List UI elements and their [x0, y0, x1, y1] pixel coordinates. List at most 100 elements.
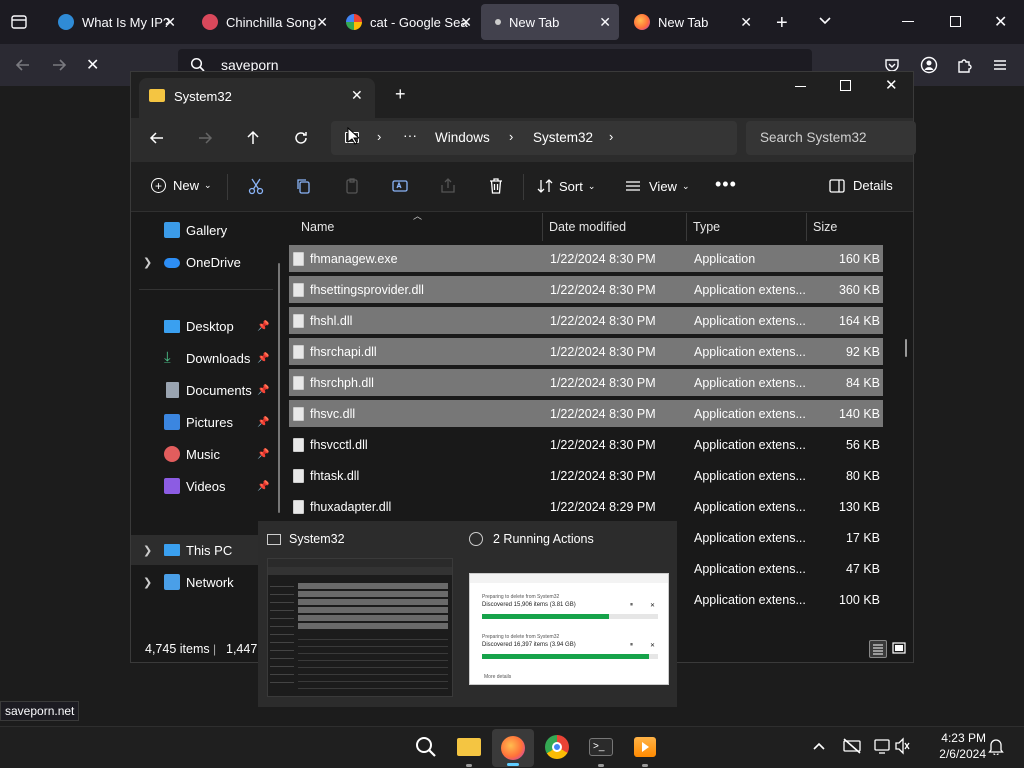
nav-item-videos[interactable]: Videos 📌	[131, 471, 281, 501]
explorer-maximize-button[interactable]	[840, 80, 851, 91]
search-icon	[416, 737, 436, 757]
explorer-titlebar: System32 ✕ + ✕	[131, 72, 913, 118]
browser-tab[interactable]: What Is My IP? B ✕	[48, 4, 184, 40]
restore-button[interactable]	[950, 16, 961, 27]
explorer-close-button[interactable]: ✕	[885, 76, 898, 94]
close-tab-icon[interactable]: ✕	[351, 87, 363, 104]
nav-item-desktop[interactable]: Desktop 📌	[131, 311, 281, 341]
table-row[interactable]: fhsvc.dll 1/22/2024 8:30 PM Application ex…	[289, 400, 883, 427]
chrome-taskbar-button[interactable]	[544, 734, 570, 760]
tab-label: New Tab	[509, 14, 560, 30]
firefox-taskbar-button[interactable]	[492, 729, 534, 767]
more-breadcrumbs-button[interactable]: ···	[403, 127, 417, 143]
browser-tab[interactable]: Chinchilla Song ✕	[192, 4, 336, 40]
account-button[interactable]	[920, 56, 938, 74]
back-button[interactable]	[149, 130, 165, 146]
breadcrumb-windows[interactable]: Windows	[435, 130, 490, 145]
new-tab-button[interactable]: +	[776, 12, 788, 35]
table-row[interactable]: fhmanagew.exe 1/22/2024 8:30 PM Applicatio…	[289, 245, 883, 272]
close-tab-icon[interactable]: ✕	[460, 14, 472, 31]
table-row[interactable]: fhsrchapi.dll 1/22/2024 8:30 PM Applicatio…	[289, 338, 883, 365]
extensions-button[interactable]	[956, 56, 974, 74]
close-tab-icon[interactable]: ✕	[740, 14, 752, 31]
browser-tab[interactable]: cat - Google Sea ✕	[336, 4, 480, 40]
delete-button[interactable]	[487, 177, 505, 195]
status-divider: |	[213, 642, 217, 656]
app-menu-button[interactable]	[992, 57, 1008, 73]
nav-scrollbar[interactable]	[278, 263, 280, 513]
nav-item-downloads[interactable]: ⤓ Downloads 📌	[131, 343, 281, 373]
arrow-up-icon	[247, 130, 259, 144]
list-scrollbar[interactable]	[905, 339, 907, 357]
tiles-view-icon	[892, 642, 906, 654]
file-explorer-taskbar-button[interactable]	[456, 734, 482, 767]
table-row[interactable]: fhtask.dll 1/22/2024 8:30 PM Application e…	[289, 462, 883, 489]
file-size: 140 KB	[838, 406, 880, 421]
minimize-button[interactable]	[902, 21, 914, 22]
stop-button[interactable]: ✕	[86, 55, 99, 75]
close-tab-icon[interactable]: ✕	[316, 14, 328, 31]
tiles-view-button[interactable]	[891, 640, 909, 658]
sort-button[interactable]: Sort ⌄	[537, 178, 595, 194]
explorer-tab[interactable]: System32 ✕	[139, 78, 375, 118]
table-row[interactable]: fhsvcctl.dll 1/22/2024 8:30 PM Application…	[289, 431, 883, 458]
nav-item-onedrive[interactable]: ❯ OneDrive	[131, 247, 281, 277]
browser-tab[interactable]: New Tab ✕	[624, 4, 760, 40]
table-row[interactable]: fhsrchph.dll 1/22/2024 8:30 PM Application…	[289, 369, 883, 396]
column-type[interactable]: Type	[687, 213, 807, 241]
system-tray-status[interactable]	[874, 737, 910, 755]
see-more-button[interactable]: •••	[715, 174, 737, 195]
list-tabs-button[interactable]	[818, 14, 832, 28]
rename-button[interactable]	[391, 177, 409, 195]
search-field[interactable]: Search System32	[746, 121, 916, 155]
new-explorer-tab-button[interactable]: +	[395, 84, 406, 105]
search-button[interactable]	[414, 735, 438, 759]
share-button[interactable]	[439, 177, 457, 195]
table-row[interactable]: fhsettingsprovider.dll 1/22/2024 8:30 PM A…	[289, 276, 883, 303]
back-button[interactable]	[14, 56, 32, 74]
google-icon	[346, 14, 362, 30]
close-tab-icon[interactable]: ✕	[164, 14, 176, 31]
media-player-taskbar-button[interactable]	[632, 734, 658, 767]
network-off-button[interactable]	[842, 737, 862, 755]
breadcrumb-system32[interactable]: System32	[533, 130, 593, 145]
notifications-button[interactable]	[988, 737, 1004, 755]
explorer-minimize-button[interactable]	[795, 86, 806, 87]
terminal-taskbar-button[interactable]: >_	[588, 734, 614, 767]
rename-icon	[392, 180, 408, 192]
close-tab-icon[interactable]: ✕	[599, 14, 611, 31]
details-view-button[interactable]	[869, 640, 887, 658]
clock[interactable]: 4:23 PM 2/6/2024	[920, 730, 986, 762]
column-date[interactable]: Date modified	[543, 213, 687, 241]
up-button[interactable]	[245, 130, 261, 146]
running-actions-thumbnail[interactable]: Preparing to delete from System32 Discov…	[469, 573, 669, 685]
cut-button[interactable]	[247, 177, 265, 195]
nav-item-gallery[interactable]: Gallery	[131, 215, 281, 245]
close-window-button[interactable]: ✕	[994, 12, 1007, 32]
chevron-down-icon: ⌄	[204, 180, 212, 190]
details-pane-button[interactable]: Details	[829, 178, 893, 193]
table-row[interactable]: fhuxadapter.dll 1/22/2024 8:29 PM Applicat…	[289, 493, 883, 520]
nav-item-documents[interactable]: Documents 📌	[131, 375, 281, 405]
browser-tab-active[interactable]: New Tab ✕	[481, 4, 619, 40]
address-bar[interactable]: › ··· Windows › System32 ›	[331, 121, 737, 155]
nav-item-pictures[interactable]: Pictures 📌	[131, 407, 281, 437]
column-size[interactable]: Size	[807, 213, 883, 241]
table-row[interactable]: fhshl.dll 1/22/2024 8:30 PM Application ex…	[289, 307, 883, 334]
nav-item-music[interactable]: Music 📌	[131, 439, 281, 469]
forward-button[interactable]	[50, 56, 68, 74]
copy-button[interactable]	[295, 177, 313, 195]
new-button[interactable]: + New ⌄	[151, 178, 212, 193]
file-icon	[293, 437, 304, 452]
paste-button[interactable]	[343, 177, 361, 195]
show-hidden-icons-button[interactable]	[812, 739, 826, 753]
arrow-right-icon	[199, 132, 213, 144]
forward-button[interactable]	[197, 130, 213, 146]
tab-overview-button[interactable]	[10, 13, 28, 31]
mini-pause-icon: ⏸	[630, 642, 634, 648]
refresh-icon	[295, 132, 307, 144]
system32-window-thumbnail[interactable]	[267, 558, 453, 697]
view-button[interactable]: View ⌄	[625, 178, 690, 194]
refresh-button[interactable]	[293, 130, 309, 146]
preview-title-system32: System32	[267, 532, 345, 546]
